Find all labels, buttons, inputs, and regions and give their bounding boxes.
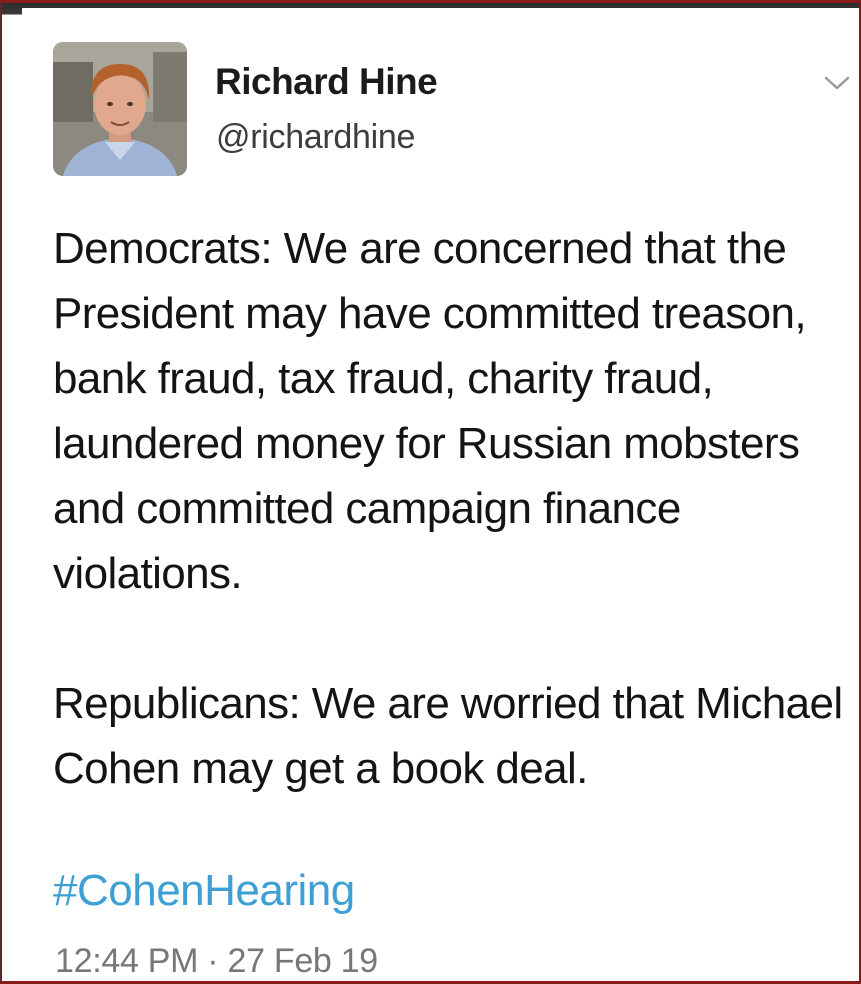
author-display-name[interactable]: Richard Hine <box>215 61 438 103</box>
author-handle[interactable]: @richardhine <box>216 118 415 157</box>
tweet-time: 12:44 PM <box>55 942 199 980</box>
tweet-paragraph: Republicans: We are worried that Michael… <box>53 679 843 793</box>
hashtag-link[interactable]: #CohenHearing <box>53 866 355 916</box>
avatar[interactable] <box>53 42 187 176</box>
timestamp-separator: · <box>207 942 219 980</box>
tweet-date: 27 Feb 19 <box>227 942 378 980</box>
tweet-text: Democrats: We are concerned that the Pre… <box>53 216 853 801</box>
tweet-card: Richard Hine @richardhine Democrats: We … <box>22 8 860 984</box>
chevron-down-icon[interactable] <box>822 72 852 94</box>
tweet-paragraph: Democrats: We are concerned that the Pre… <box>53 224 807 598</box>
tweet-timestamp[interactable]: 12:44 PM · 27 Feb 19 <box>55 942 378 981</box>
avatar-image <box>53 42 187 176</box>
